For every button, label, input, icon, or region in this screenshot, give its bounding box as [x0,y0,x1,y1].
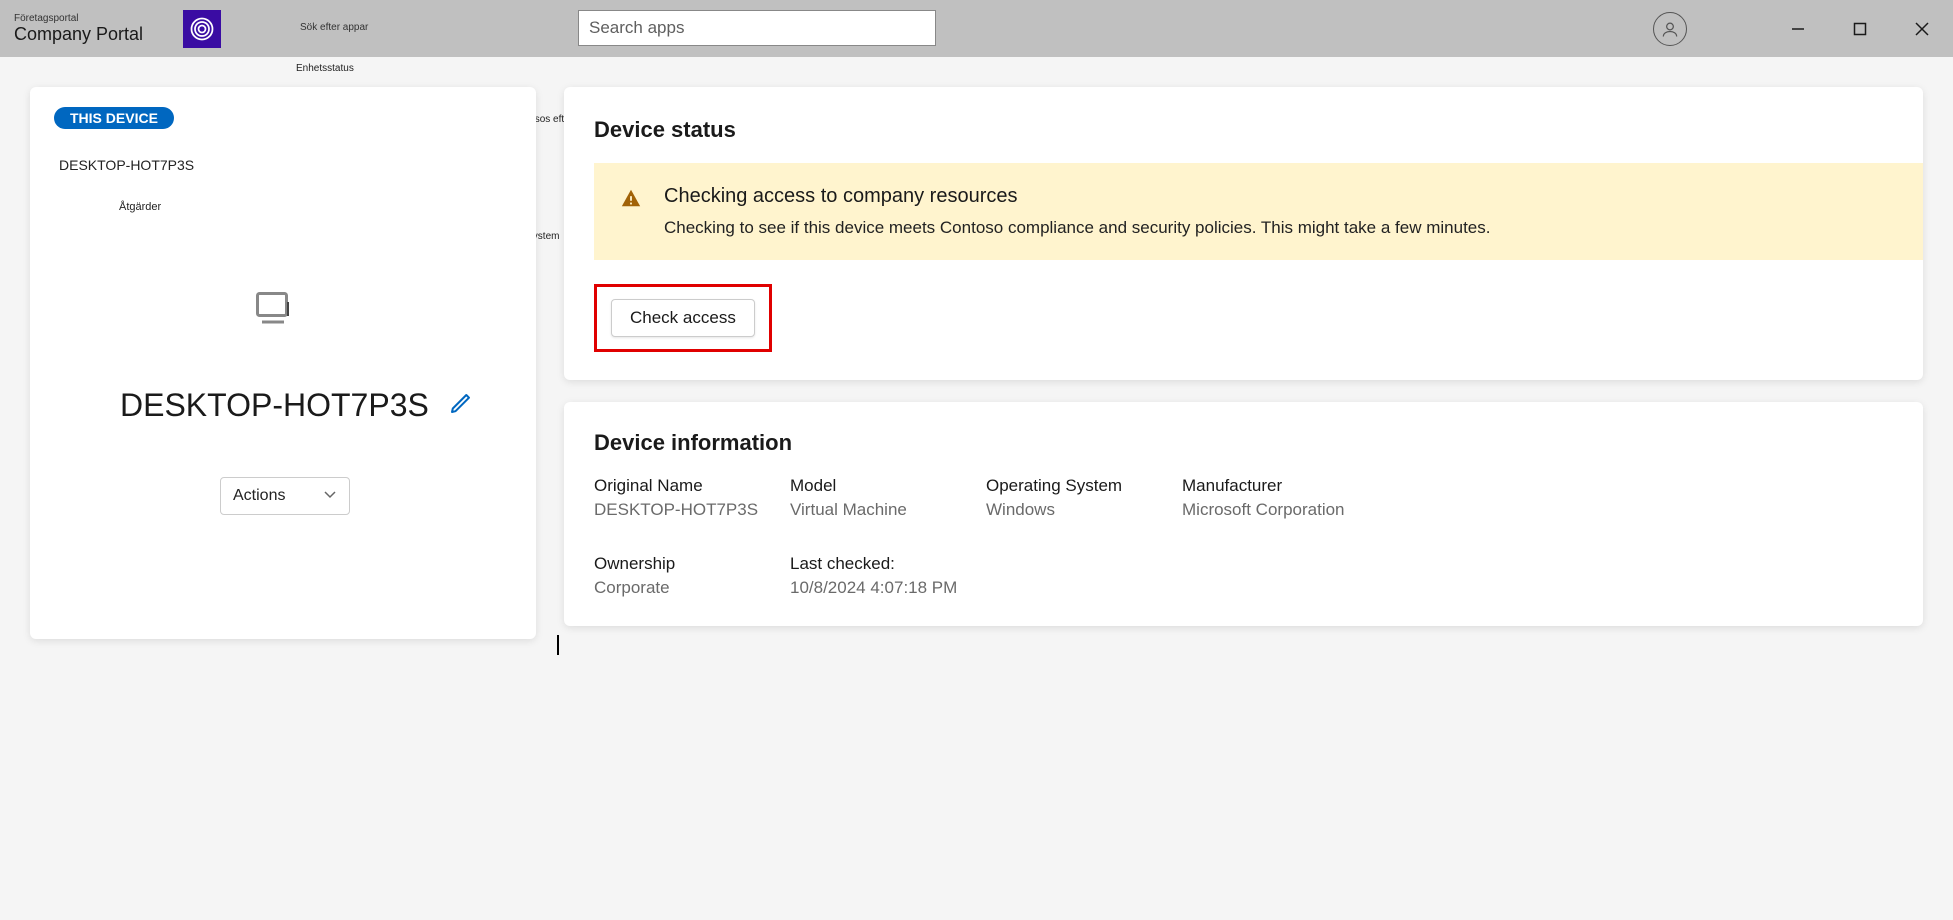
info-field-os: Operating System Windows [986,476,1182,520]
info-value: Microsoft Corporation [1182,500,1378,520]
info-value: 10/8/2024 4:07:18 PM [790,578,986,598]
info-label: Manufacturer [1182,476,1378,496]
info-label: Operating System [986,476,1182,496]
text-cursor [557,635,559,655]
actions-dropdown-label: Actions [233,487,285,505]
sidebar-device-name: DESKTOP-HOT7P3S [59,157,512,173]
info-field-model: Model Virtual Machine [790,476,986,520]
device-info-card: Device information Original Name DESKTOP… [564,402,1923,626]
minimize-button[interactable] [1767,0,1829,57]
edit-pencil-icon[interactable] [449,391,473,420]
chevron-down-icon [323,487,337,506]
info-value: Corporate [594,578,790,598]
info-field-manufacturer: Manufacturer Microsoft Corporation [1182,476,1378,520]
close-button[interactable] [1891,0,1953,57]
info-value: DESKTOP-HOT7P3S [594,500,790,520]
titlebar: Företagsportal Company Portal Sök efter … [0,0,1953,57]
info-value: Virtual Machine [790,500,986,520]
info-field-ownership: Ownership Corporate [594,554,790,598]
info-field-original-name: Original Name DESKTOP-HOT7P3S [594,476,790,520]
check-access-button[interactable]: Check access [611,299,755,337]
search-placeholder: Search apps [589,18,684,38]
info-label: Model [790,476,986,496]
profile-avatar-icon[interactable] [1653,12,1687,46]
monitor-icon [256,292,294,329]
info-field-last-checked: Last checked: 10/8/2024 4:07:18 PM [790,554,986,598]
device-title: DESKTOP-HOT7P3S [120,387,429,424]
device-card: THIS DEVICE DESKTOP-HOT7P3S Åtgärder DES… [30,87,536,639]
app-logo-icon [183,10,221,48]
device-status-title: Device status [594,117,1893,143]
device-info-title: Device information [594,430,1893,456]
check-access-highlight: Check access [594,284,772,352]
this-device-badge: THIS DEVICE [54,107,174,129]
info-label: Last checked: [790,554,986,574]
sidebar-actions-label: Åtgärder [119,201,512,213]
search-small-label: Sök efter appar [300,22,368,33]
titlebar-app-title: Company Portal [14,24,143,45]
actions-dropdown[interactable]: Actions [220,477,350,515]
info-label: Original Name [594,476,790,496]
maximize-button[interactable] [1829,0,1891,57]
alert-description: Checking to see if this device meets Con… [664,218,1490,238]
status-alert-banner: Checking access to company resources Che… [594,163,1923,260]
device-status-card: Device status Checking access to company… [564,87,1923,380]
info-value: Windows [986,500,1182,520]
search-input[interactable]: Search apps [578,10,936,46]
titlebar-small-label: Företagsportal [14,13,143,24]
warning-icon [620,187,642,238]
info-label: Ownership [594,554,790,574]
alert-title: Checking access to company resources [664,185,1490,208]
